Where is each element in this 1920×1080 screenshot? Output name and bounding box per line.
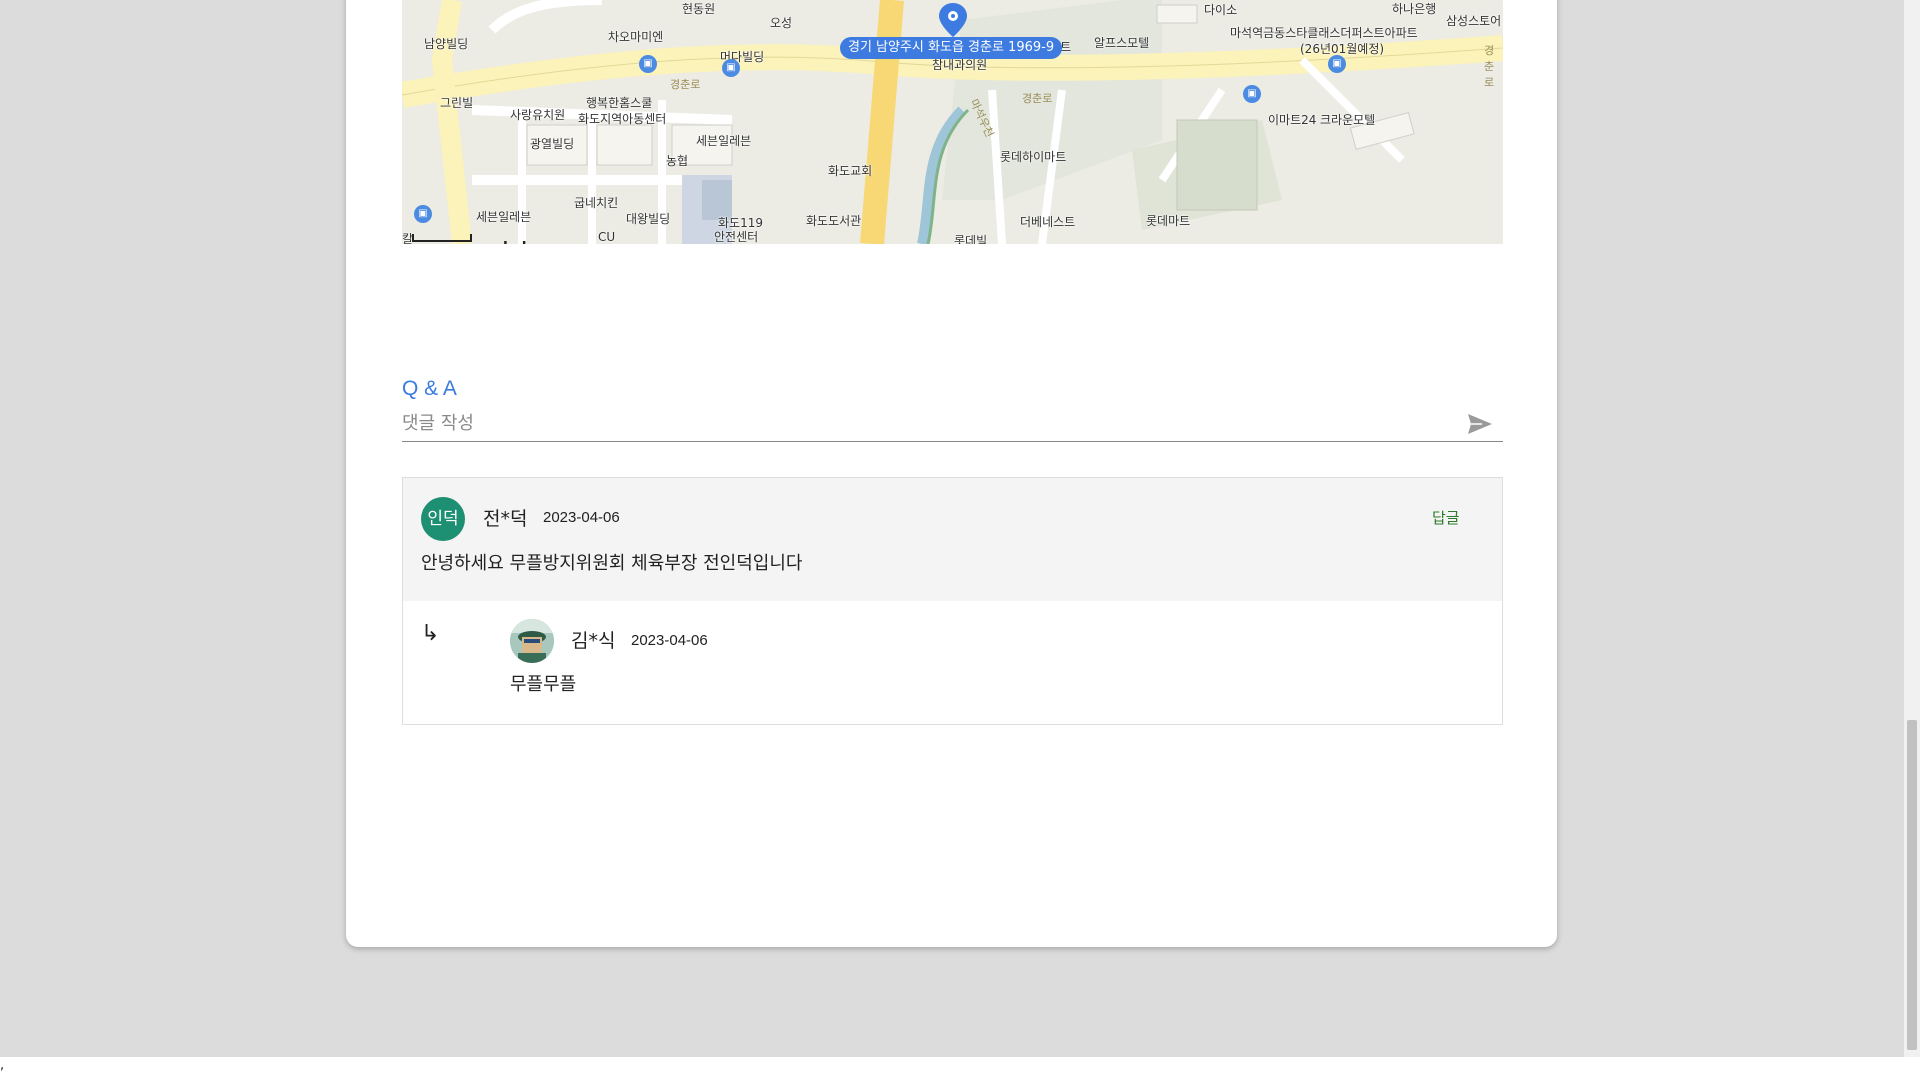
map-place: 광열빌딩 xyxy=(530,137,575,151)
map-place: 화도교회 xyxy=(828,164,873,178)
road-label: 경춘로 xyxy=(670,78,701,91)
bus-stop-icon[interactable]: ▣ xyxy=(639,55,657,73)
comment-input[interactable] xyxy=(402,409,1442,437)
map-place: 농협 xyxy=(666,154,689,168)
reply-author: 김*식 xyxy=(571,630,616,652)
map-place: 안전센터 xyxy=(714,230,759,244)
map-place: 오성 xyxy=(770,16,793,30)
map-place: CU xyxy=(598,230,616,244)
map-place: 화도지역아동센터 xyxy=(578,112,667,126)
map-place: 세븐일레븐 xyxy=(696,134,752,148)
comment-thread: 인덕 전*덕 2023-04-06 답글 안녕하세요 무플방지위원회 체육부장 … xyxy=(402,477,1503,725)
road-label: 경춘로 xyxy=(1484,44,1495,89)
bottom-text: , xyxy=(0,1058,5,1073)
location-map[interactable]: 경춘로 경춘로 경춘로 마석우천 남양빌딩 차오마미엔 현동원 오성 머다빌딩 … xyxy=(402,0,1503,244)
location-pin-icon[interactable] xyxy=(938,2,968,38)
map-place: 롯데하이마트 xyxy=(1000,150,1067,164)
avatar xyxy=(510,619,554,663)
scrollbar-thumb[interactable] xyxy=(1907,720,1917,1050)
avatar: 인덕 xyxy=(421,497,465,541)
map-place: 화도도서관 xyxy=(806,214,862,228)
comment-content: 안녕하세요 무플방지위원회 체육부장 전인덕입니다 xyxy=(421,553,803,574)
map-provider-logo: kakao xyxy=(503,240,550,244)
comment-date: 2023-04-06 xyxy=(543,509,620,526)
map-place: 다이소 xyxy=(1204,3,1238,17)
send-icon[interactable] xyxy=(1467,413,1493,435)
map-place: 알프스모텔 xyxy=(1094,36,1150,50)
map-place: 크라운모텔 xyxy=(1320,113,1376,127)
comment-input-container xyxy=(402,405,1503,442)
map-place: 삼성스토어 xyxy=(1446,14,1502,28)
bus-stop-icon[interactable]: ▣ xyxy=(1243,85,1261,103)
map-place: 하나은행 xyxy=(1392,2,1437,16)
avatar-image xyxy=(510,619,554,663)
map-scale-label: 50m xyxy=(472,242,499,244)
road-label: 경춘로 xyxy=(1022,92,1053,105)
map-place: 그린빌 xyxy=(440,96,474,110)
map-place: 현동원 xyxy=(682,2,716,16)
map-place: 차오마미엔 xyxy=(608,30,664,44)
map-place: 더베네스트 xyxy=(1020,215,1076,229)
map-place: 대왕빌딩 xyxy=(626,212,671,226)
map-place: 롯데빌 xyxy=(954,234,988,244)
map-place: 이마트24 xyxy=(1268,113,1317,127)
reply-button[interactable]: 답글 xyxy=(1432,507,1460,528)
map-place: 남양빌딩 xyxy=(424,37,469,51)
map-place: 굽네치킨 xyxy=(574,196,619,210)
qa-section-title: Q & A xyxy=(402,377,457,400)
map-place: 롯데마트 xyxy=(1146,214,1191,228)
map-place: 세븐일레븐 xyxy=(476,210,532,224)
comment-author: 전*덕 xyxy=(483,508,528,530)
bus-stop-icon[interactable]: ▣ xyxy=(414,205,432,223)
reply-arrow-icon: ↳ xyxy=(421,621,440,646)
address-badge: 경기 남양주시 화도읍 경춘로 1969-9 xyxy=(840,37,1063,59)
map-place: 행복한홈스쿨 xyxy=(586,96,653,110)
bus-stop-icon[interactable]: ▣ xyxy=(1328,55,1346,73)
bus-stop-icon[interactable]: ▣ xyxy=(722,59,740,77)
map-place: (26년01월예정) xyxy=(1300,42,1385,56)
map-place: 사랑유치원 xyxy=(510,108,566,122)
map-place: 마석역금동스타클래스더퍼스트아파트 xyxy=(1230,26,1418,40)
comment-item: 인덕 전*덕 2023-04-06 답글 안녕하세요 무플방지위원회 체육부장 … xyxy=(403,478,1502,601)
map-scale-bar xyxy=(412,234,472,242)
reply-item: ↳ 김*식 2023-04-06 무플무플 xyxy=(403,601,1502,724)
bottom-bar: , xyxy=(0,1057,1920,1080)
content-card: 경춘로 경춘로 경춘로 마석우천 남양빌딩 차오마미엔 현동원 오성 머다빌딩 … xyxy=(346,0,1557,947)
reply-date: 2023-04-06 xyxy=(631,632,708,649)
reply-content: 무플무플 xyxy=(510,674,577,695)
